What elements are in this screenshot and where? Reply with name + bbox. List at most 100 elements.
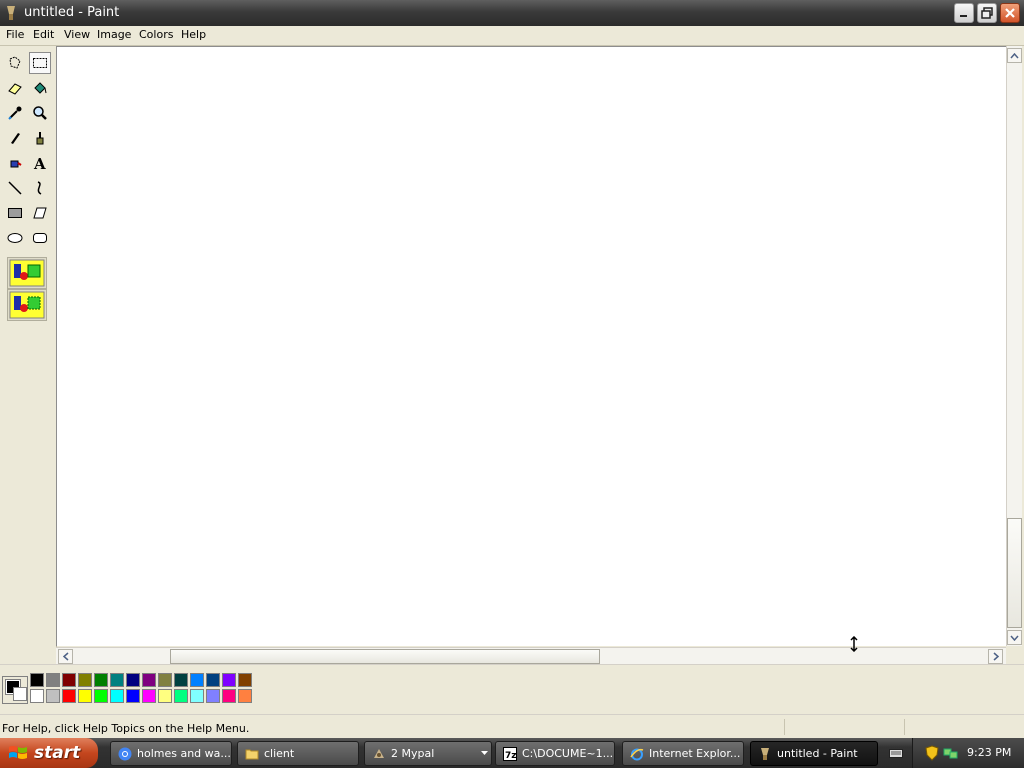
- tool-polygon[interactable]: [29, 202, 51, 224]
- start-label: start: [34, 743, 81, 763]
- pencil-icon: [11, 133, 20, 144]
- taskbar-item-paint[interactable]: untitled - Paint: [750, 741, 878, 766]
- security-shield-icon[interactable]: [925, 745, 939, 761]
- palette-swatch-top-3[interactable]: [78, 673, 92, 687]
- palette-swatch-bottom-6[interactable]: [126, 689, 140, 703]
- palette-swatch-bottom-12[interactable]: [222, 689, 236, 703]
- tool-line[interactable]: [4, 177, 26, 199]
- magnifier-icon: [33, 106, 47, 120]
- palette-swatch-top-5[interactable]: [110, 673, 124, 687]
- taskbar-item-7zip[interactable]: 7z C:\DOCUME~1...: [495, 741, 615, 766]
- minimize-button[interactable]: [954, 3, 974, 23]
- tool-pick-color[interactable]: [4, 102, 26, 124]
- scroll-down-button[interactable]: [1007, 630, 1022, 645]
- horizontal-scroll-thumb[interactable]: [170, 649, 600, 664]
- tool-curve[interactable]: [29, 177, 51, 199]
- restore-icon: [981, 7, 993, 19]
- clock[interactable]: 9:23 PM: [967, 746, 1011, 759]
- start-button[interactable]: start: [0, 738, 98, 768]
- tool-rectangle[interactable]: [4, 202, 26, 224]
- taskbar-item-label: client: [264, 747, 295, 760]
- palette-swatch-top-6[interactable]: [126, 673, 140, 687]
- menu-file[interactable]: File: [3, 28, 27, 41]
- palette-swatch-bottom-11[interactable]: [206, 689, 220, 703]
- tool-brush[interactable]: [29, 127, 51, 149]
- palette-swatch-bottom-0[interactable]: [30, 689, 44, 703]
- status-divider: [904, 719, 905, 735]
- tool-text[interactable]: A: [29, 152, 51, 174]
- opaque-selection-option[interactable]: [7, 257, 47, 289]
- transparent-selection-option[interactable]: [7, 289, 47, 321]
- palette-swatch-bottom-10[interactable]: [190, 689, 204, 703]
- fill-bucket-icon: [34, 82, 47, 94]
- tool-rectangle-select[interactable]: [29, 52, 51, 74]
- palette-swatch-top-2[interactable]: [62, 673, 76, 687]
- taskbar-item-mypal[interactable]: 2 Mypal: [364, 741, 492, 766]
- palette-swatch-bottom-5[interactable]: [110, 689, 124, 703]
- tool-ellipse[interactable]: [4, 227, 26, 249]
- polygon-icon: [33, 207, 47, 219]
- taskbar: start holmes and wa... client 2 Mypal 7z…: [0, 738, 1024, 768]
- palette-swatch-top-10[interactable]: [190, 673, 204, 687]
- palette-swatch-top-13[interactable]: [238, 673, 252, 687]
- close-button[interactable]: [1000, 3, 1020, 23]
- mypal-icon: [374, 749, 384, 758]
- palette-swatch-bottom-4[interactable]: [94, 689, 108, 703]
- drawing-canvas[interactable]: [56, 46, 1006, 646]
- rectangle-icon: [8, 208, 22, 218]
- window-title: untitled - Paint: [24, 5, 120, 20]
- restore-button[interactable]: [977, 3, 997, 23]
- palette-swatch-top-8[interactable]: [158, 673, 172, 687]
- taskbar-item-client[interactable]: client: [237, 741, 359, 766]
- vertical-scroll-thumb[interactable]: [1007, 518, 1022, 628]
- eraser-icon: [8, 83, 22, 95]
- network-icon[interactable]: [943, 746, 959, 760]
- palette-swatch-top-12[interactable]: [222, 673, 236, 687]
- taskbar-item-internet-explorer[interactable]: Internet Explor...: [622, 741, 744, 766]
- menu-view[interactable]: View: [61, 28, 93, 41]
- status-divider: [784, 719, 785, 735]
- menu-colors[interactable]: Colors: [136, 28, 176, 41]
- palette-swatch-top-0[interactable]: [30, 673, 44, 687]
- palette-swatch-bottom-8[interactable]: [158, 689, 172, 703]
- vertical-scrollbar[interactable]: [1006, 46, 1022, 646]
- arrow-left-icon: [62, 652, 68, 661]
- tool-pencil[interactable]: [4, 127, 26, 149]
- palette-swatch-bottom-9[interactable]: [174, 689, 188, 703]
- palette-swatch-bottom-3[interactable]: [78, 689, 92, 703]
- scroll-left-button[interactable]: [58, 649, 73, 664]
- tool-rounded-rectangle[interactable]: [29, 227, 51, 249]
- title-bar[interactable]: untitled - Paint: [0, 0, 1024, 27]
- opaque-selection-icon: [9, 259, 45, 287]
- arrow-down-icon: [1010, 635, 1019, 641]
- keyboard-icon[interactable]: [889, 747, 903, 759]
- tool-fill-with-color[interactable]: [29, 77, 51, 99]
- current-colors[interactable]: [2, 676, 28, 704]
- menu-image[interactable]: Image: [94, 28, 134, 41]
- palette-swatch-bottom-13[interactable]: [238, 689, 252, 703]
- taskbar-item-chrome[interactable]: holmes and wa...: [110, 741, 232, 766]
- text-icon: A: [33, 155, 46, 171]
- palette-swatch-top-1[interactable]: [46, 673, 60, 687]
- tool-free-form-select[interactable]: [4, 52, 26, 74]
- palette-swatch-top-11[interactable]: [206, 673, 220, 687]
- paint-brush-icon: [4, 5, 18, 21]
- chevron-down-icon: [481, 751, 488, 755]
- palette-swatch-top-7[interactable]: [142, 673, 156, 687]
- palette-swatch-top-9[interactable]: [174, 673, 188, 687]
- palette-swatch-bottom-2[interactable]: [62, 689, 76, 703]
- horizontal-scrollbar[interactable]: [56, 647, 1006, 664]
- folder-icon: [245, 749, 259, 760]
- tool-airbrush[interactable]: [4, 152, 26, 174]
- menu-edit[interactable]: Edit: [30, 28, 57, 41]
- palette-swatch-bottom-1[interactable]: [46, 689, 60, 703]
- scroll-up-button[interactable]: [1007, 48, 1022, 63]
- palette-swatch-top-4[interactable]: [94, 673, 108, 687]
- tool-eraser[interactable]: [4, 77, 26, 99]
- windows-logo-icon: [9, 746, 27, 759]
- menu-help[interactable]: Help: [178, 28, 209, 41]
- tool-magnifier[interactable]: [29, 102, 51, 124]
- scroll-right-button[interactable]: [988, 649, 1003, 664]
- scroll-corner: [1006, 647, 1022, 664]
- palette-swatch-bottom-7[interactable]: [142, 689, 156, 703]
